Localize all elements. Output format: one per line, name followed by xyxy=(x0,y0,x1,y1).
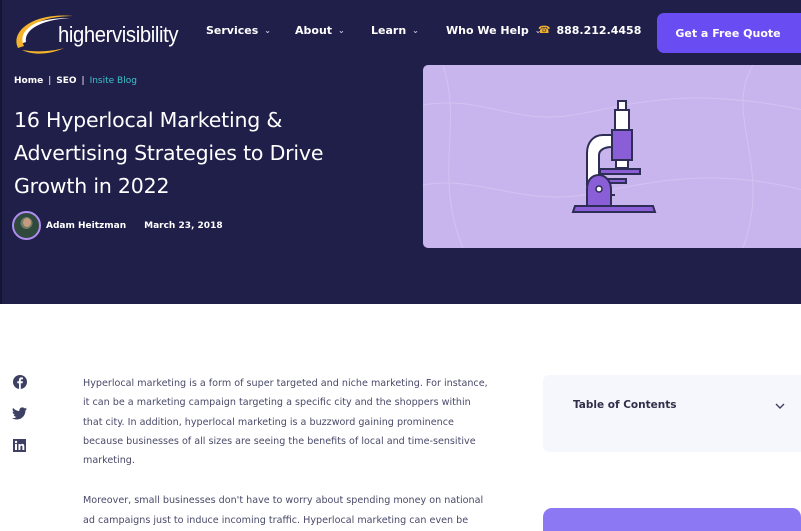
sidebar-cta-box xyxy=(543,508,801,531)
page-title: 16 Hyperlocal Marketing & Advertising St… xyxy=(14,108,324,198)
article-body: Hyperlocal marketing is a form of super … xyxy=(83,374,493,531)
chevron-down-icon: ⌄ xyxy=(338,26,345,35)
share-linkedin[interactable] xyxy=(12,438,27,453)
phone-link[interactable]: ☎ 888.212.4458 xyxy=(538,24,641,37)
toc-title: Table of Contents xyxy=(573,399,677,411)
logo[interactable]: highervisibility xyxy=(12,10,178,58)
microscope-icon xyxy=(423,65,801,248)
author-name[interactable]: Adam Heitzman xyxy=(46,221,126,231)
nav-label: Learn xyxy=(371,24,407,37)
nav-learn[interactable]: Learn ⌄ xyxy=(371,24,419,37)
breadcrumb: Home | SEO | Insite Blog xyxy=(14,76,137,86)
author-meta: Adam Heitzman March 23, 2018 xyxy=(12,211,223,240)
linkedin-icon xyxy=(13,439,26,452)
table-of-contents-toggle[interactable]: Table of Contents xyxy=(543,375,801,452)
phone-number: 888.212.4458 xyxy=(556,24,642,37)
nav-label: About xyxy=(295,24,333,37)
nav-label: Who We Help xyxy=(446,24,529,37)
post-date: March 23, 2018 xyxy=(144,220,223,231)
chevron-down-icon: ⌄ xyxy=(412,26,419,35)
nav-about[interactable]: About ⌄ xyxy=(295,24,345,37)
hero-section: highervisibility Services ⌄ About ⌄ Lear… xyxy=(0,0,801,304)
feature-image xyxy=(423,65,801,248)
avatar[interactable] xyxy=(12,211,41,240)
facebook-icon xyxy=(12,374,27,389)
get-free-quote-button[interactable]: Get a Free Quote xyxy=(657,13,801,53)
article-paragraph: Hyperlocal marketing is a form of super … xyxy=(83,378,488,467)
article-paragraph: Moreover, small businesses don't have to… xyxy=(83,495,484,526)
breadcrumb-separator: | xyxy=(48,76,52,86)
breadcrumb-separator: | xyxy=(81,76,85,86)
logo-text: highervisibility xyxy=(58,22,179,47)
twitter-icon xyxy=(12,407,27,420)
breadcrumb-insite-blog[interactable]: Insite Blog xyxy=(90,76,137,86)
chevron-down-icon: ⌄ xyxy=(264,26,271,35)
nav-label: Services xyxy=(206,24,259,37)
phone-ringing-icon: ☎ xyxy=(538,25,551,36)
nav-services[interactable]: Services ⌄ xyxy=(206,24,271,37)
share-facebook[interactable] xyxy=(12,374,27,389)
nav-who-we-help[interactable]: Who We Help ⌄ xyxy=(446,24,541,37)
share-twitter[interactable] xyxy=(12,406,27,421)
breadcrumb-home[interactable]: Home xyxy=(14,76,43,86)
chevron-down-icon xyxy=(775,403,785,409)
breadcrumb-seo[interactable]: SEO xyxy=(56,76,76,86)
